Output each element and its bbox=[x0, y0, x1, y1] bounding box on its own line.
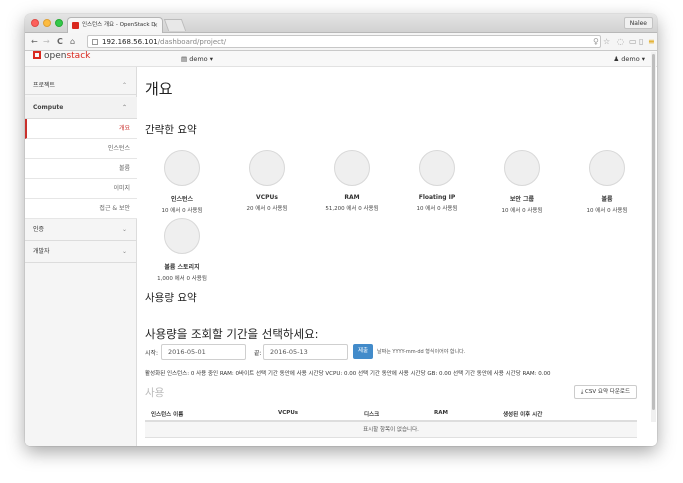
extension-icon[interactable]: ◌ bbox=[617, 37, 624, 47]
url-path: /dashboard/project/ bbox=[157, 38, 227, 46]
sidebar: 프로젝트 ⌃ Compute ⌃ 개요 인스턴스 볼륨 이미지 접근 & 보안 … bbox=[25, 67, 137, 446]
new-tab-button[interactable] bbox=[163, 19, 187, 31]
usage-title: 사용 bbox=[145, 387, 165, 399]
end-date-input[interactable]: 2016-05-13 bbox=[263, 344, 348, 360]
start-date-input[interactable]: 2016-05-01 bbox=[161, 344, 246, 360]
pie-chart-floating-ip: Floating IP 10 에서 0 사용됨 bbox=[395, 150, 479, 212]
reload-icon[interactable]: C bbox=[57, 36, 63, 48]
period-title: 사용량을 조회할 기간을 선택하세요: bbox=[145, 327, 319, 341]
main-content: 개요 간략한 요약 인스턴스 10 에서 0 사용됨 VCPUs 20 에서 0… bbox=[145, 67, 645, 446]
profile-button[interactable]: Nalee bbox=[623, 17, 653, 29]
pie-chart-instances: 인스턴스 10 에서 0 사용됨 bbox=[140, 150, 224, 214]
pie-circle bbox=[249, 150, 285, 186]
forward-arrow-icon[interactable]: → bbox=[43, 36, 50, 48]
browser-toolbar: ← → C ⌂ 192.168.56.101/dashboard/project… bbox=[25, 33, 657, 51]
pie-circle bbox=[164, 150, 200, 186]
csv-download-button[interactable]: ⤓ CSV 요약 다운로드 bbox=[573, 385, 637, 399]
sidebar-panel-developer[interactable]: 개발자 ⌄ bbox=[25, 241, 137, 263]
pie-chart-volume-storage: 볼륨 스토리지 1,000 에서 0 사용됨 bbox=[140, 218, 224, 282]
usage-summary-title: 사용량 요약 bbox=[145, 292, 197, 304]
usage-table: 인스턴스 이름 VCPUs 디스크 RAM 생성된 이후 시간 표시할 항목이 … bbox=[145, 406, 637, 438]
browser-tab[interactable]: 인스턴스 개요 - OpenStack D × bbox=[67, 17, 163, 33]
column-header[interactable]: 디스크 bbox=[364, 410, 379, 418]
page-icon bbox=[92, 39, 98, 45]
sidebar-panel-identity[interactable]: 인증 ⌄ bbox=[25, 219, 137, 241]
openstack-favicon-icon bbox=[72, 22, 79, 29]
page-title: 개요 bbox=[145, 80, 173, 98]
tab-title: 인스턴스 개요 - OpenStack D bbox=[82, 22, 156, 28]
openstack-logo[interactable]: openstack bbox=[33, 51, 90, 65]
menu-icon[interactable]: ≡ bbox=[648, 37, 655, 47]
back-arrow-icon[interactable]: ← bbox=[31, 36, 38, 48]
pie-chart-ram: RAM 51,200 에서 0 사용됨 bbox=[310, 150, 394, 212]
pie-circle bbox=[589, 150, 625, 186]
sidebar-item-volumes[interactable]: 볼륨 bbox=[25, 159, 137, 179]
project-grid-icon: ▤ bbox=[181, 55, 190, 63]
browser-window: 인스턴스 개요 - OpenStack D × Nalee ← → C ⌂ 19… bbox=[25, 14, 657, 446]
extension-2-icon[interactable]: ▯ bbox=[639, 37, 643, 47]
pie-circle bbox=[504, 150, 540, 186]
limit-summary-title: 간략한 요약 bbox=[145, 124, 197, 136]
chevron-down-icon: ⌄ bbox=[121, 226, 127, 233]
table-empty-row: 표시할 항목이 없습니다. bbox=[145, 422, 637, 438]
address-bar-input[interactable]: 192.168.56.101/dashboard/project/ bbox=[87, 35, 601, 48]
page: openstack ▤ demo ▾ ♟ demo ▾ 프로젝트 ⌃ Compu… bbox=[25, 51, 657, 446]
home-icon[interactable]: ⌂ bbox=[70, 36, 75, 48]
column-header[interactable]: VCPUs bbox=[278, 410, 298, 416]
bookmark-star-icon[interactable]: ☆ bbox=[603, 37, 610, 47]
pie-chart-vcpus: VCPUs 20 에서 0 사용됨 bbox=[225, 150, 309, 212]
cast-icon[interactable]: ▭ bbox=[629, 37, 637, 47]
sidebar-item-access-security[interactable]: 접근 & 보안 bbox=[25, 199, 137, 219]
pie-circle bbox=[164, 218, 200, 254]
chevron-up-icon: ⌃ bbox=[121, 104, 127, 111]
pie-chart-security-groups: 보안 그룹 10 에서 0 사용됨 bbox=[480, 150, 564, 214]
minimize-window-button[interactable] bbox=[43, 19, 51, 27]
project-selector[interactable]: ▤ demo ▾ bbox=[181, 54, 213, 64]
sidebar-panel-project[interactable]: 프로젝트 ⌃ bbox=[25, 77, 137, 95]
chevron-down-icon: ⌄ bbox=[121, 248, 127, 255]
column-header[interactable]: 인스턴스 이름 bbox=[151, 410, 183, 418]
scrollbar-thumb[interactable] bbox=[652, 54, 655, 410]
end-label: 끝: bbox=[254, 350, 262, 357]
table-header: 인스턴스 이름 VCPUs 디스크 RAM 생성된 이후 시간 bbox=[145, 406, 637, 422]
chevron-up-icon: ⌃ bbox=[121, 82, 127, 89]
url-host: 192.168.56.101 bbox=[102, 38, 158, 46]
top-navbar: openstack ▤ demo ▾ ♟ demo ▾ bbox=[25, 51, 657, 67]
sidebar-item-overview[interactable]: 개요 bbox=[25, 119, 137, 139]
start-label: 시작: bbox=[145, 350, 159, 357]
maximize-window-button[interactable] bbox=[55, 19, 63, 27]
key-icon[interactable]: ♀ bbox=[593, 37, 599, 47]
column-header[interactable]: 생성된 이후 시간 bbox=[503, 410, 542, 418]
date-hint: 날짜는 YYYY-mm-dd 형식이어야 합니다. bbox=[377, 349, 466, 355]
tab-close-icon[interactable]: × bbox=[153, 18, 158, 33]
submit-button[interactable]: 제출 bbox=[353, 344, 373, 359]
pie-circle bbox=[419, 150, 455, 186]
sidebar-item-instances[interactable]: 인스턴스 bbox=[25, 139, 137, 159]
close-window-button[interactable] bbox=[31, 19, 39, 27]
pie-chart-volumes: 볼륨 10 에서 0 사용됨 bbox=[565, 150, 649, 214]
sidebar-item-images[interactable]: 이미지 bbox=[25, 179, 137, 199]
usage-stats: 활성화된 인스턴스: 0 사용 중인 RAM: 0바이트 선택 기간 동안에 사… bbox=[145, 371, 551, 377]
pie-circle bbox=[334, 150, 370, 186]
logo-mark-icon bbox=[33, 51, 41, 59]
page-scrollbar[interactable] bbox=[651, 52, 656, 422]
period-form: 시작: 2016-05-01 끝: 2016-05-13 제출 날짜는 YYYY… bbox=[145, 344, 645, 362]
column-header[interactable]: RAM bbox=[434, 410, 448, 416]
user-menu[interactable]: ♟ demo ▾ bbox=[613, 54, 645, 64]
sidebar-section-compute[interactable]: Compute ⌃ bbox=[25, 97, 137, 119]
browser-tab-bar: 인스턴스 개요 - OpenStack D × Nalee bbox=[25, 14, 657, 33]
